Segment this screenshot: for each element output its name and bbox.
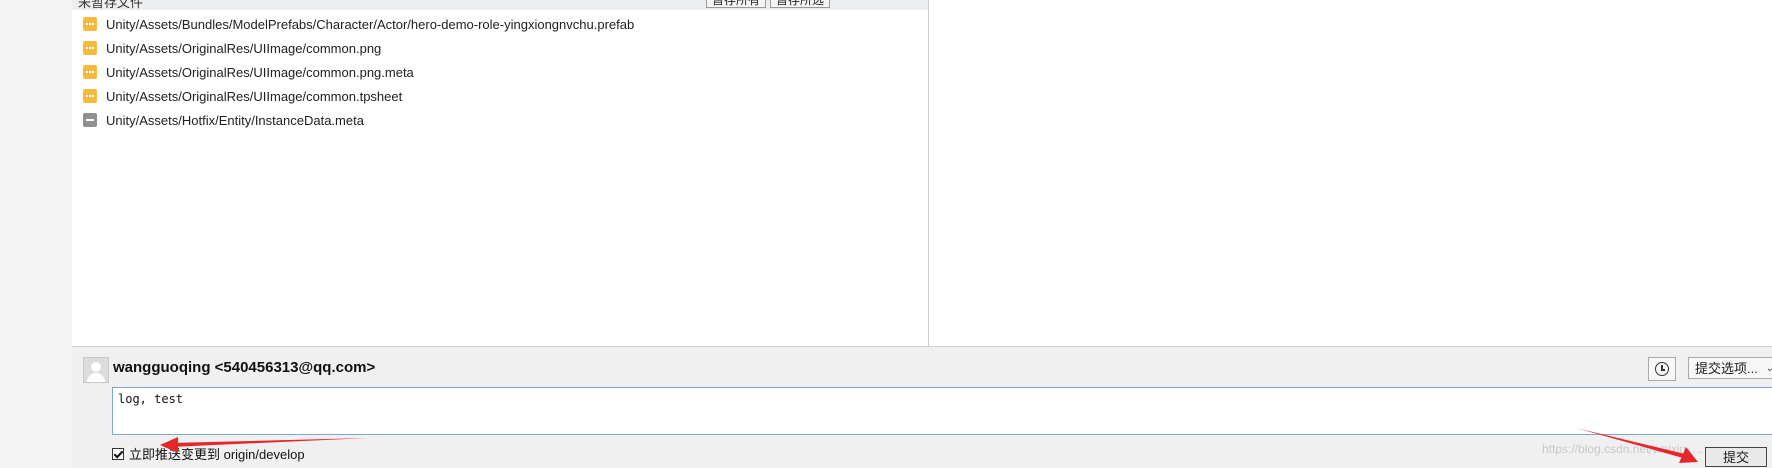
file-row[interactable]: Unity/Assets/OriginalRes/UIImage/common.…	[72, 36, 928, 60]
file-list: Unity/Assets/Bundles/ModelPrefabs/Charac…	[72, 12, 928, 132]
stage-selected-button[interactable]: 暂存所选	[770, 0, 831, 8]
modified-file-icon	[83, 41, 97, 55]
avatar-head-shape	[91, 362, 101, 372]
modified-file-icon	[83, 17, 97, 31]
avatar-body-shape	[87, 373, 105, 382]
avatar	[83, 357, 109, 383]
pane-title: 未暂存文件	[78, 0, 144, 10]
push-label: 立即推送变更到 origin/develop	[129, 447, 305, 462]
left-gutter	[0, 0, 73, 468]
file-row[interactable]: Unity/Assets/OriginalRes/UIImage/common.…	[72, 60, 928, 84]
file-path: Unity/Assets/Hotfix/Entity/InstanceData.…	[106, 112, 364, 128]
file-path: Unity/Assets/OriginalRes/UIImage/common.…	[106, 88, 403, 104]
commit-area: wangguoqing <540456313@qq.com> 提交选项... ⌄…	[72, 347, 1772, 468]
file-row[interactable]: Unity/Assets/Bundles/ModelPrefabs/Charac…	[72, 12, 928, 36]
stage-all-button[interactable]: 暂存所有	[706, 0, 767, 8]
file-path: Unity/Assets/OriginalRes/UIImage/common.…	[106, 40, 382, 56]
unstaged-files-pane: 未暂存文件 暂存所有 暂存所选 Unity/Assets/Bundles/Mod…	[72, 0, 929, 347]
modified-file-icon	[83, 89, 97, 103]
push-checkbox[interactable]	[112, 447, 124, 460]
push-option[interactable]: 立即推送变更到 origin/develop	[112, 444, 305, 463]
file-row[interactable]: Unity/Assets/Hotfix/Entity/InstanceData.…	[72, 108, 928, 132]
file-path: Unity/Assets/OriginalRes/UIImage/common.…	[106, 64, 414, 80]
clock-icon	[1655, 362, 1669, 376]
removed-file-icon	[83, 113, 97, 127]
commit-options-label: 提交选项...	[1695, 361, 1758, 376]
author-label: wangguoqing <540456313@qq.com>	[113, 359, 376, 376]
pane-header: 未暂存文件 暂存所有 暂存所选	[72, 0, 928, 10]
modified-file-icon	[83, 65, 97, 79]
commit-button[interactable]: 提交	[1705, 447, 1767, 467]
watermark: https://blog.csdn.net/weixin_...	[1542, 442, 1703, 456]
commit-options-dropdown[interactable]: 提交选项... ⌄	[1688, 357, 1772, 379]
commit-message-input[interactable]: log, test	[112, 387, 1772, 435]
file-row[interactable]: Unity/Assets/OriginalRes/UIImage/common.…	[72, 84, 928, 108]
chevron-down-icon: ⌄	[1766, 358, 1772, 378]
history-button[interactable]	[1648, 357, 1676, 381]
file-path: Unity/Assets/Bundles/ModelPrefabs/Charac…	[106, 16, 635, 32]
diff-pane	[929, 0, 1772, 347]
